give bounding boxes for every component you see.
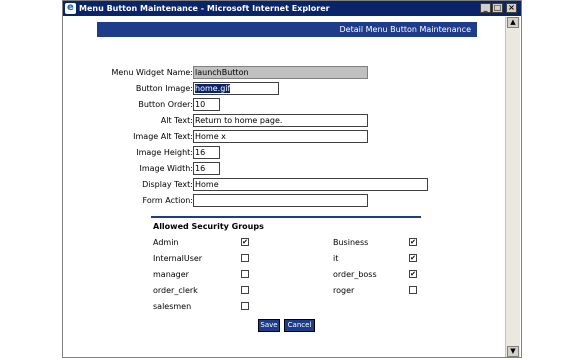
image-height-input[interactable]: 16 — [193, 146, 220, 159]
group-checkbox-it[interactable]: ✔ — [409, 254, 417, 262]
image-alt-text-row: Image Alt Text: — [63, 130, 193, 143]
alt-text-row: Alt Text: — [63, 114, 193, 127]
group-label: InternalUser — [153, 254, 203, 263]
maximize-button[interactable]: □ — [492, 3, 503, 13]
group-checkbox-admin[interactable]: ✔ — [241, 238, 249, 246]
browser-window: Menu Button Maintenance - Microsoft Inte… — [62, 0, 522, 358]
button-order-label: Button Order: — [138, 100, 193, 109]
page-content: Detail Menu Button Maintenance Menu Widg… — [63, 16, 505, 357]
display-text-row: Display Text: — [63, 178, 193, 191]
group-label: roger — [333, 286, 355, 295]
internet-explorer-icon — [65, 2, 76, 14]
button-image-label: Button Image: — [135, 84, 193, 93]
display-text-input[interactable]: Home — [193, 178, 428, 191]
group-label: manager — [153, 270, 189, 279]
group-checkbox-business[interactable]: ✔ — [409, 238, 417, 246]
image-alt-text-label: Image Alt Text: — [133, 132, 193, 141]
image-width-input[interactable]: 16 — [193, 162, 220, 175]
button-image-input[interactable]: home.gif — [193, 82, 279, 95]
group-checkbox-salesmen[interactable] — [241, 302, 249, 310]
form-action-label: Form Action: — [142, 196, 193, 205]
group-checkbox-internaluser[interactable] — [241, 254, 249, 262]
section-divider — [151, 216, 421, 218]
minimize-button[interactable]: _ — [480, 3, 491, 13]
image-width-row: Image Width: — [63, 162, 193, 175]
close-button[interactable]: × — [506, 3, 517, 13]
group-label: order_clerk — [153, 286, 198, 295]
group-checkbox-order-boss[interactable]: ✔ — [409, 270, 417, 278]
group-checkbox-roger[interactable] — [409, 286, 417, 294]
alt-text-label: Alt Text: — [160, 116, 193, 125]
form-action-input[interactable] — [193, 194, 368, 207]
image-height-row: Image Height: — [63, 146, 193, 159]
widget-name-row: Menu Widget Name: — [63, 66, 193, 79]
image-height-label: Image Height: — [136, 148, 193, 157]
alt-text-input[interactable]: Return to home page. — [193, 114, 368, 127]
button-order-row: Button Order: — [63, 98, 193, 111]
group-checkbox-manager[interactable] — [241, 270, 249, 278]
vertical-scrollbar[interactable]: ▲ ▼ — [505, 17, 520, 357]
group-checkbox-order-clerk[interactable] — [241, 286, 249, 294]
button-image-value: home.gif — [195, 84, 231, 93]
display-text-label: Display Text: — [142, 180, 193, 189]
security-groups-title: Allowed Security Groups — [153, 222, 264, 231]
button-image-row: Button Image: — [63, 82, 193, 95]
window-title: Menu Button Maintenance - Microsoft Inte… — [79, 4, 330, 13]
button-order-input[interactable]: 10 — [193, 98, 220, 111]
page-header: Detail Menu Button Maintenance — [97, 22, 477, 37]
widget-name-field: launchButton — [193, 66, 368, 79]
image-alt-text-input[interactable]: Home x — [193, 130, 368, 143]
image-width-label: Image Width: — [139, 164, 193, 173]
scroll-down-arrow-icon[interactable]: ▼ — [507, 346, 519, 357]
group-label: Admin — [153, 238, 179, 247]
widget-name-label: Menu Widget Name: — [111, 68, 193, 77]
group-label: Business — [333, 238, 369, 247]
save-button[interactable]: Save — [258, 319, 280, 332]
group-label: salesmen — [153, 302, 192, 311]
form-action-row: Form Action: — [63, 194, 193, 207]
cancel-button[interactable]: Cancel — [284, 319, 315, 332]
scroll-up-arrow-icon[interactable]: ▲ — [507, 17, 519, 28]
group-label: order_boss — [333, 270, 377, 279]
title-bar: Menu Button Maintenance - Microsoft Inte… — [63, 1, 521, 16]
group-label: it — [333, 254, 339, 263]
